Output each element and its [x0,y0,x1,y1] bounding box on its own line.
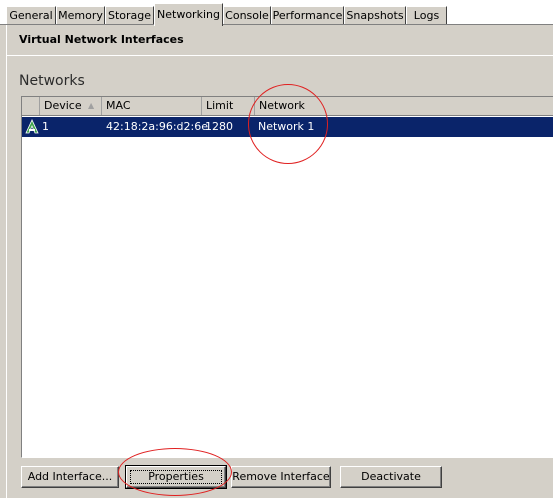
section-heading: Virtual Network Interfaces [19,33,184,46]
column-header-device-label: Device [44,99,82,112]
panel-edge [6,25,7,498]
tab-console[interactable]: Console [223,6,271,24]
networks-group-title: Networks [19,73,85,89]
add-interface-button[interactable]: Add Interface... [21,466,119,488]
list-header: Device ▲ MAC Limit Network [22,97,553,116]
remove-interface-button[interactable]: Remove Interface [231,466,331,488]
tab-strip: General Memory Storage Networking Consol… [0,0,553,26]
sort-ascending-icon: ▲ [88,101,95,110]
column-header-network[interactable]: Network [255,97,553,115]
header-divider [7,55,553,56]
tab-storage[interactable]: Storage [105,6,154,24]
tab-performance[interactable]: Performance [271,6,344,24]
column-header-mac[interactable]: MAC [102,97,202,115]
remove-interface-button-label: Remove Interface [232,470,330,483]
tab-logs[interactable]: Logs [406,6,447,24]
deactivate-button[interactable]: Deactivate [340,466,442,488]
network-interfaces-list[interactable]: Device ▲ MAC Limit Network 1 42:18:2a:96… [21,96,553,458]
tab-general[interactable]: General [6,6,56,24]
cell-mac: 42:18:2a:96:d2:6e [106,120,209,133]
add-interface-button-label: Add Interface... [27,470,113,483]
properties-button[interactable]: Properties [125,465,227,489]
deactivate-button-label: Deactivate [361,470,421,483]
table-row[interactable]: 1 42:18:2a:96:d2:6e 1280 Network 1 [22,117,553,137]
column-header-limit-label: Limit [206,99,234,112]
tab-memory[interactable]: Memory [56,6,105,24]
network-interface-icon [25,119,39,134]
properties-button-label: Properties [148,470,204,483]
cell-network: Network 1 [258,120,315,133]
column-header-limit[interactable]: Limit [202,97,255,115]
tab-snapshots[interactable]: Snapshots [344,6,406,24]
tab-networking[interactable]: Networking [154,3,223,26]
column-header-icon[interactable] [22,97,40,115]
column-header-mac-label: MAC [106,99,131,112]
cell-device: 1 [42,120,49,133]
cell-limit: 1280 [205,120,233,133]
column-header-network-label: Network [259,99,305,112]
